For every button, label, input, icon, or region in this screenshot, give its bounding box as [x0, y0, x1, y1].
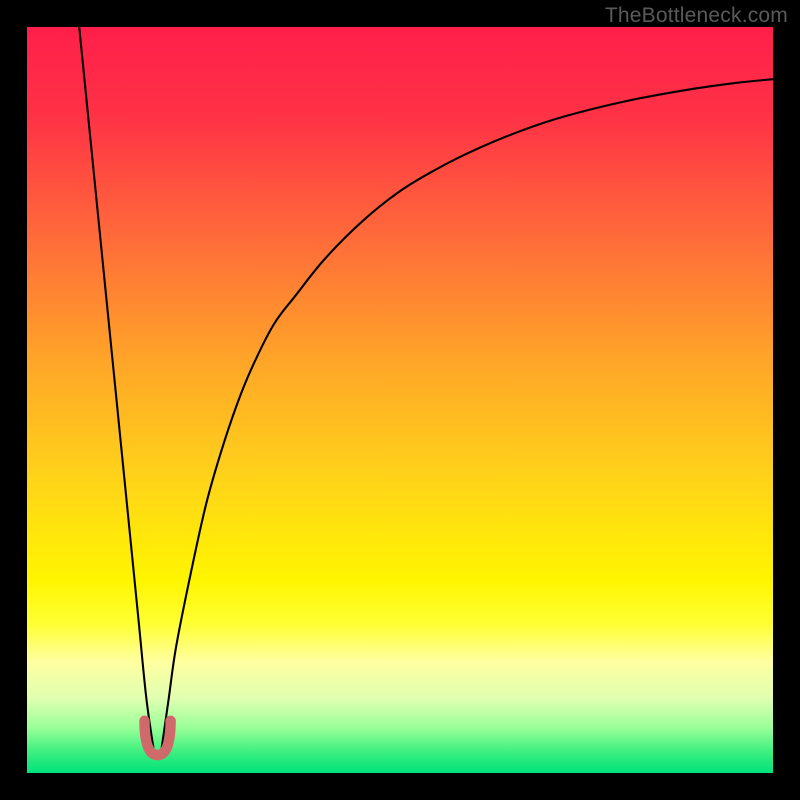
valley-marker — [144, 721, 170, 755]
bottleneck-curve — [27, 27, 773, 773]
plot-area — [27, 27, 773, 773]
curve-right-branch — [161, 79, 773, 750]
outer-frame: TheBottleneck.com — [0, 0, 800, 800]
curve-left-branch — [79, 27, 154, 751]
watermark-text: TheBottleneck.com — [605, 4, 788, 28]
